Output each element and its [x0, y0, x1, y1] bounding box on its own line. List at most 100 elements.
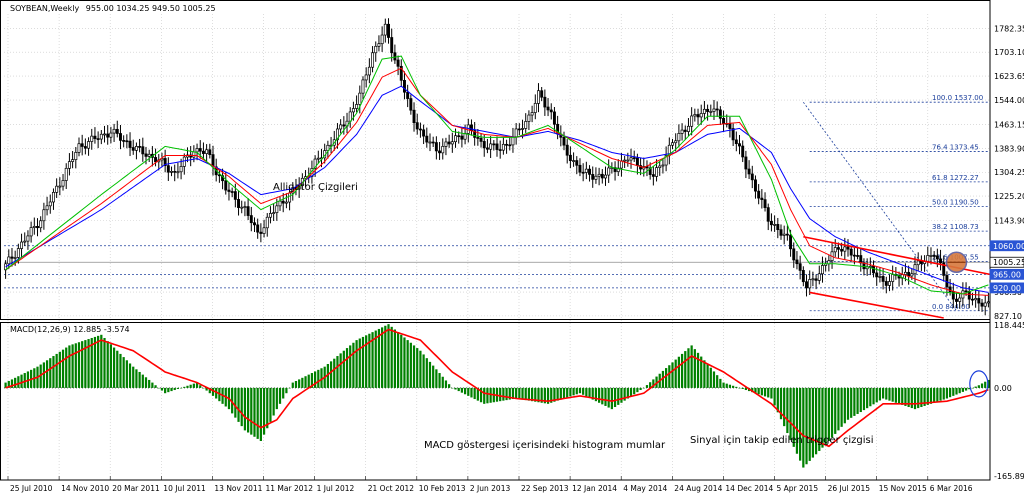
candle [664, 146, 668, 172]
candle [256, 218, 260, 239]
candle [39, 216, 43, 233]
candle [23, 232, 27, 246]
candle [549, 103, 553, 120]
fib-level-label: 61.8 1272.27 [932, 174, 979, 182]
candle-body [61, 180, 65, 187]
candle-body [766, 207, 770, 222]
candle-body [396, 59, 400, 67]
candle-body [367, 66, 371, 76]
candle-body [77, 143, 81, 153]
macd-histogram-bar [294, 380, 298, 388]
candle-body [980, 302, 984, 307]
candle [693, 108, 697, 122]
x-tick-label: 12 Jan 2014 [572, 484, 617, 493]
y-tick-label: 827.10 [994, 312, 1022, 321]
candle-body [709, 111, 713, 113]
macd-histogram-bar [613, 387, 617, 408]
candle-body [731, 128, 735, 141]
price-tag-label: 1005.25 [993, 258, 1024, 267]
candle-body [546, 106, 550, 111]
candle-body [734, 139, 738, 145]
macd-histogram-bar [361, 336, 365, 388]
candle [501, 137, 505, 155]
candle-body [776, 224, 780, 231]
candle [763, 192, 767, 212]
candle-body [859, 255, 863, 264]
macd-histogram-bar [304, 376, 307, 388]
macd-histogram-bar [955, 387, 958, 395]
candle [619, 152, 623, 177]
candle [568, 146, 572, 169]
macd-histogram-bar [901, 387, 904, 405]
candle [753, 175, 757, 199]
macd-histogram-bar [862, 387, 866, 411]
candle-body [128, 140, 132, 148]
candle [138, 138, 142, 153]
candle [367, 58, 371, 84]
fib-level-label: 76.4 1373.45 [932, 143, 979, 151]
candle [597, 167, 601, 186]
candle [393, 44, 397, 64]
candle-body [406, 91, 410, 99]
candle [677, 124, 681, 148]
candle [332, 130, 336, 151]
candle-body [744, 156, 748, 170]
candle [604, 166, 607, 186]
candle [390, 28, 394, 62]
candle [170, 166, 173, 177]
candle [671, 138, 674, 150]
candle-body [179, 166, 183, 173]
candle-body [967, 291, 971, 300]
candle-body [939, 258, 943, 264]
candle-body [856, 255, 860, 257]
candle-body [45, 205, 49, 211]
candle-body [364, 74, 368, 81]
candle-body [588, 168, 592, 175]
candle [795, 251, 799, 270]
candle-body [233, 191, 237, 200]
candle-body [878, 276, 882, 278]
macd-histogram-bar [894, 387, 897, 403]
histogram-annotation: MACD göstergesi içerisindeki histogram m… [424, 440, 666, 451]
price-tag: 965.00 [989, 268, 1024, 280]
x-tick-label: 25 Jul 2010 [10, 484, 53, 493]
candle [112, 123, 116, 142]
candle-body [431, 141, 435, 144]
macd-histogram-bar [799, 387, 802, 461]
candle-body [485, 147, 489, 150]
x-tick-label: 20 Mar 2011 [112, 484, 160, 493]
macd-histogram-bar [141, 374, 144, 388]
candle [470, 119, 473, 136]
candle [757, 184, 761, 205]
candle [208, 143, 212, 159]
candle-body [144, 153, 148, 157]
candle [919, 255, 923, 272]
candle-body [926, 255, 930, 262]
candle-body [562, 136, 566, 146]
candle [182, 153, 186, 175]
candle-body [833, 247, 837, 253]
macd-histogram-bar [259, 387, 262, 442]
candle [42, 202, 46, 230]
candle-body [696, 114, 700, 118]
candle [425, 127, 429, 148]
candle [246, 198, 250, 221]
candle-body [594, 175, 598, 180]
macd-histogram-bar [419, 350, 422, 388]
candle-body [935, 255, 939, 260]
candle [712, 99, 716, 120]
macd-histogram-bar [597, 387, 601, 403]
symbol-label: SOYBEAN,Weekly [10, 4, 80, 13]
macd-histogram-bar [186, 385, 189, 388]
candle [533, 94, 537, 120]
macd-histogram-bar [144, 377, 148, 388]
candle-body [970, 298, 974, 301]
candle-body [986, 301, 990, 304]
candle-body [916, 260, 920, 266]
candle [801, 266, 805, 287]
price-tag-label: 1060.00 [993, 242, 1024, 251]
candle-body [112, 128, 116, 134]
macd-histogram-bar [381, 327, 384, 388]
macd-histogram-bar [266, 387, 269, 429]
candle-body [20, 241, 24, 249]
